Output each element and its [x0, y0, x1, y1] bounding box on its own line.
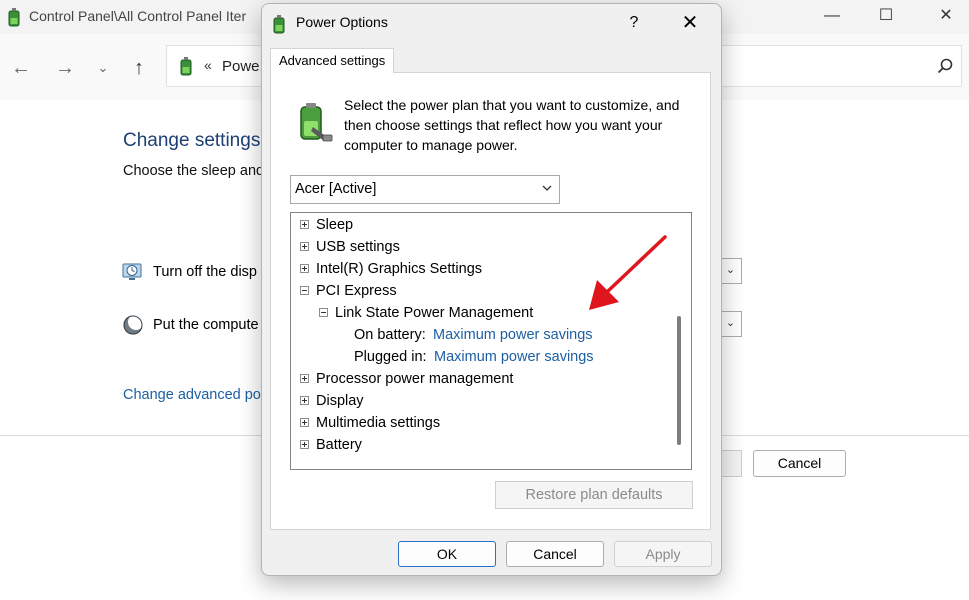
setting-label: Plugged in: [354, 349, 427, 365]
page-title: Change settings [123, 130, 261, 151]
breadcrumb-overflow[interactable]: « [204, 57, 212, 73]
tree-item-label: Sleep [316, 217, 354, 233]
dialog-title: Power Options [296, 14, 388, 30]
setting-label: On battery: [354, 327, 426, 343]
expand-icon[interactable] [300, 242, 309, 251]
power-options-icon [8, 8, 20, 27]
tab-advanced-settings[interactable]: Advanced settings [270, 48, 395, 73]
cancel-button[interactable]: Cancel [753, 450, 846, 477]
collapse-icon[interactable] [319, 308, 328, 317]
sleep-label: Put the compute [153, 317, 259, 333]
restore-plan-defaults-button[interactable]: Restore plan defaults [495, 481, 693, 509]
collapse-icon[interactable] [300, 286, 309, 295]
close-window-button[interactable]: ✕ [923, 0, 969, 34]
tree-item-label: PCI Express [316, 283, 397, 299]
display-icon [122, 263, 142, 280]
expand-icon[interactable] [300, 440, 309, 449]
window-title: Control Panel\All Control Panel Iter [29, 8, 247, 24]
chevron-down-icon [542, 185, 552, 191]
recent-locations-button[interactable]: ⌄ [89, 55, 117, 81]
minimize-button[interactable]: — [809, 0, 855, 34]
power-plan-select[interactable]: Acer [Active] [290, 175, 560, 204]
expand-icon[interactable] [300, 264, 309, 273]
expand-icon[interactable] [300, 396, 309, 405]
maximize-button[interactable]: ☐ [863, 0, 909, 34]
help-button[interactable]: ? [622, 10, 646, 36]
sleep-icon [123, 314, 144, 335]
tree-item-label: Battery [316, 437, 362, 453]
apply-button[interactable]: Apply [614, 541, 712, 567]
sleep-timeout-dropdown[interactable]: ⌄ [719, 311, 742, 337]
tree-scrollbar-thumb[interactable] [677, 316, 681, 445]
tree-item-label: Link State Power Management [335, 305, 534, 321]
ok-button[interactable]: OK [398, 541, 496, 567]
expand-icon[interactable] [300, 220, 309, 229]
up-button[interactable]: ↑ [125, 55, 153, 81]
search-icon[interactable] [936, 57, 954, 75]
tree-item-label: Processor power management [316, 371, 514, 387]
cancel-button[interactable]: Cancel [506, 541, 604, 567]
tree-item-label: Intel(R) Graphics Settings [316, 261, 483, 277]
on-battery-value-link[interactable]: Maximum power savings [433, 324, 593, 346]
display-off-label: Turn off the disp [153, 264, 257, 280]
expand-icon[interactable] [300, 418, 309, 427]
back-button[interactable]: ← [7, 55, 35, 81]
change-advanced-settings-link[interactable]: Change advanced po [123, 387, 261, 403]
tree-item-label: Display [316, 393, 364, 409]
plugged-in-value-link[interactable]: Maximum power savings [434, 346, 594, 368]
intro-text: Select the power plan that you want to c… [344, 97, 680, 153]
display-timeout-dropdown[interactable]: ⌄ [719, 258, 742, 284]
forward-button[interactable]: → [51, 55, 79, 81]
expand-icon[interactable] [300, 374, 309, 383]
power-plan-value: Acer [Active] [295, 181, 377, 197]
power-options-icon [273, 15, 285, 34]
battery-plug-icon [300, 103, 333, 142]
annotation-arrow [589, 235, 667, 310]
power-options-icon [180, 57, 192, 76]
tree-item-label: USB settings [316, 239, 400, 255]
page-subtitle: Choose the sleep and [123, 163, 265, 179]
close-dialog-button[interactable]: ✕ [675, 8, 705, 38]
tree-item-label: Multimedia settings [316, 415, 441, 431]
